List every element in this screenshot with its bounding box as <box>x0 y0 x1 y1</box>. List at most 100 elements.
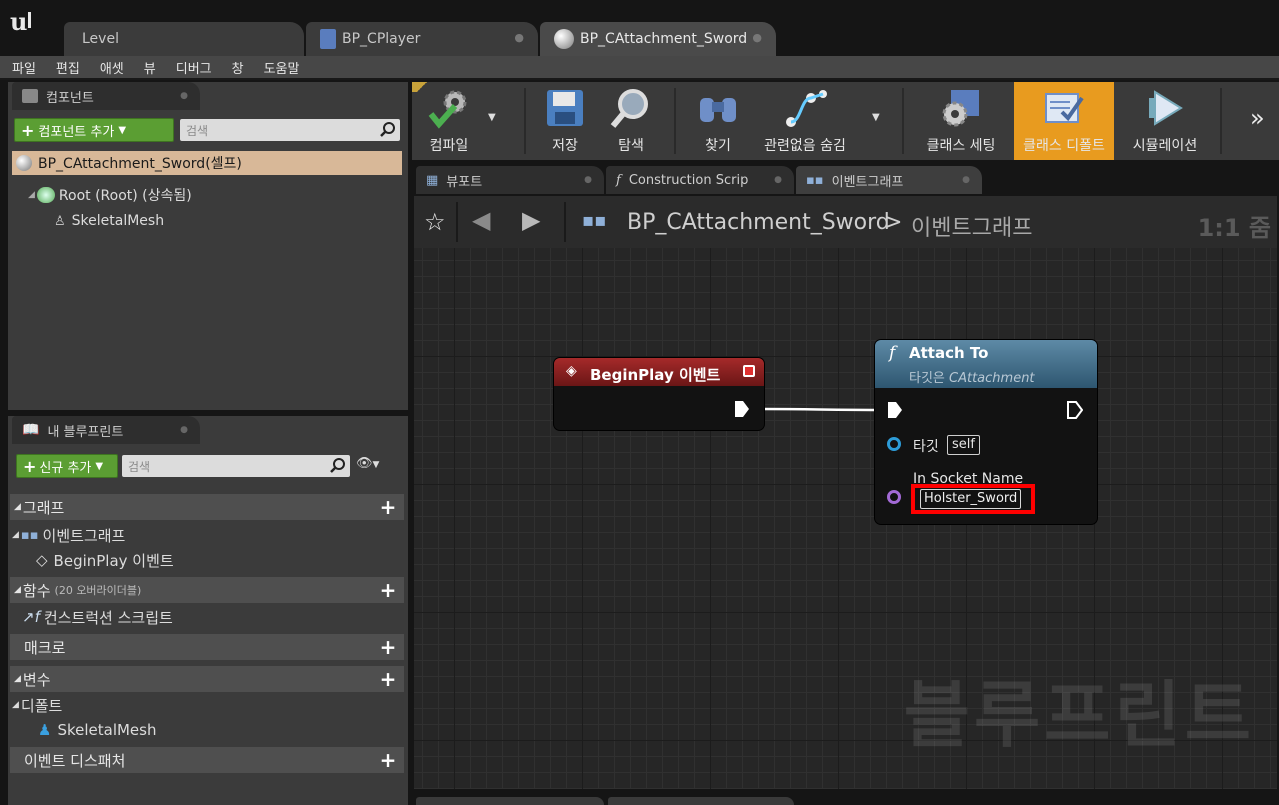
tab-construction-script[interactable]: f Construction Scrip ● <box>606 166 794 194</box>
skeletalmesh-variable-label: SkeletalMesh <box>57 721 157 739</box>
add-function-icon[interactable]: + <box>378 580 398 600</box>
component-root-row[interactable]: ◢ Root (Root) (상속됨) <box>28 184 192 206</box>
add-dispatcher-icon[interactable]: + <box>378 750 398 770</box>
tab-bp-cattachment-sword[interactable]: BP_CAttachment_Sword ● <box>540 22 776 56</box>
blueprint-actor-icon <box>320 29 336 49</box>
menu-edit[interactable]: 편집 <box>48 58 88 77</box>
toolbar-overflow-icon[interactable]: » <box>1250 104 1265 132</box>
section-variables[interactable]: ◢ 변수 + <box>10 666 404 692</box>
exec-input-pin[interactable] <box>887 401 903 419</box>
add-variable-icon[interactable]: + <box>378 669 398 689</box>
class-defaults-button[interactable]: 클래스 디폴트 <box>1014 82 1114 160</box>
event-delegate-pin[interactable] <box>743 365 755 377</box>
simulation-button[interactable]: 시뮬레이션 <box>1118 82 1212 160</box>
tab-bp-cplayer-label: BP_CPlayer <box>342 31 421 47</box>
menu-debug[interactable]: 디버그 <box>168 58 220 77</box>
section-functions[interactable]: ◢ 함수 (20 오버라이더블) + <box>10 577 404 603</box>
variable-pill-icon: ♟ <box>38 721 52 739</box>
expand-arrow-icon: ◢ <box>14 674 21 684</box>
components-search-input[interactable]: 검색 <box>180 119 400 141</box>
my-blueprint-search-input[interactable]: 검색 <box>122 455 350 477</box>
exec-output-pin[interactable] <box>734 400 750 418</box>
construction-script-item[interactable]: ↗f 컨스트럭션 스크립트 <box>22 606 173 628</box>
section-graphs[interactable]: ◢ 그래프 + <box>10 494 404 520</box>
beginplay-event-item[interactable]: ◇ BeginPlay 이벤트 <box>36 549 174 571</box>
component-skeletalmesh-row[interactable]: ♙ SkeletalMesh <box>54 210 164 232</box>
event-graph-canvas[interactable]: ◈ BeginPlay 이벤트 f Attach To 타깃은 CAttachm… <box>414 248 1277 789</box>
section-functions-label: 함수 <box>22 581 51 600</box>
my-blueprint-tab[interactable]: 📖 내 블루프린트 ● <box>12 416 200 444</box>
tab-level[interactable]: Level <box>64 22 304 56</box>
add-new-button[interactable]: + 신규 추가 ▼ <box>16 454 118 478</box>
add-graph-icon[interactable]: + <box>378 497 398 517</box>
component-self-row[interactable]: BP_CAttachment_Sword(셀프) <box>12 151 402 175</box>
view-options-button[interactable]: 👁▼ <box>356 456 394 476</box>
function-icon: ↗f <box>22 608 40 626</box>
zoom-level: 1:1 줌 <box>1197 214 1271 242</box>
main-toolbar: 컴파일 ▼ 저장 탐색 찾기 관련없음 숨김 ▼ 클래스 세팅 클래스 디폴트 … <box>412 82 1279 160</box>
target-pin[interactable] <box>887 437 901 451</box>
breadcrumb-graph[interactable]: 이벤트그래프 <box>911 210 1032 242</box>
editor-tab-strip: ▦ 뷰포트 ● f Construction Scrip ● ▪▪ 이벤트그래프… <box>412 162 1279 194</box>
component-self-label: BP_CAttachment_Sword(셀프) <box>38 156 242 172</box>
class-settings-label: 클래스 세팅 <box>926 138 996 154</box>
browse-button[interactable]: 탐색 <box>598 82 664 160</box>
default-category-item[interactable]: ◢ 디폴트 <box>12 695 62 715</box>
target-value[interactable]: self <box>947 435 980 455</box>
add-macro-icon[interactable]: + <box>378 637 398 657</box>
attach-to-node[interactable]: f Attach To 타깃은 CAttachment 타깃 self In S… <box>875 340 1097 524</box>
my-blueprint-tab-label: 내 블루프린트 <box>47 424 124 440</box>
components-tab[interactable]: 컴포넌트 ● <box>12 82 200 110</box>
favorite-star-icon[interactable]: ☆ <box>424 208 446 236</box>
class-defaults-icon <box>1045 93 1084 123</box>
hide-options-chevron-icon[interactable]: ▼ <box>872 112 880 123</box>
tab-event-graph-label: 이벤트그래프 <box>831 174 904 190</box>
tab-bp-cplayer[interactable]: BP_CPlayer ● <box>306 22 538 56</box>
compile-gear-icon <box>428 90 467 129</box>
tab-close-icon[interactable]: ● <box>514 31 524 44</box>
unreal-logo-icon: u <box>8 6 38 36</box>
bottom-tab-2[interactable] <box>608 797 794 805</box>
plus-icon: + <box>21 120 35 140</box>
find-label: 찾기 <box>705 138 731 154</box>
tab-event-graph[interactable]: ▪▪ 이벤트그래프 ● <box>796 166 982 194</box>
compile-options-chevron-icon[interactable]: ▼ <box>488 112 496 123</box>
back-arrow-icon[interactable]: ◀ <box>472 206 490 234</box>
compile-button[interactable]: 컴파일 <box>414 82 484 160</box>
skeletalmesh-variable-item[interactable]: ♟ SkeletalMesh <box>38 719 156 741</box>
section-macros[interactable]: 매크로 + <box>10 634 404 660</box>
attach-node-subtitle: 타깃은 CAttachment <box>909 371 1035 386</box>
sphere-icon <box>16 155 32 171</box>
save-button[interactable]: 저장 <box>532 82 598 160</box>
components-tab-label: 컴포넌트 <box>46 90 94 106</box>
tab-viewport[interactable]: ▦ 뷰포트 ● <box>416 166 604 194</box>
exec-output-pin[interactable] <box>1067 401 1083 419</box>
menu-file[interactable]: 파일 <box>4 58 44 77</box>
menu-view[interactable]: 뷰 <box>136 58 164 77</box>
forward-arrow-icon[interactable]: ▶ <box>522 206 540 234</box>
beginplay-node[interactable]: ◈ BeginPlay 이벤트 <box>554 358 764 430</box>
class-settings-icon <box>942 90 979 127</box>
add-new-label: 신규 추가 <box>39 460 92 476</box>
add-component-button[interactable]: + 컴포넌트 추가 ▼ <box>14 118 174 142</box>
attach-node-title: Attach To <box>909 344 989 362</box>
section-event-dispatchers[interactable]: 이벤트 디스패처 + <box>10 747 404 773</box>
socket-name-pin[interactable] <box>887 490 901 504</box>
graph-breadcrumb-bar: ☆ ◀ ▶ ▪▪ BP_CAttachment_Sword > 이벤트그래프 1… <box>414 196 1277 248</box>
event-graph-item[interactable]: ◢ ▪▪ 이벤트그래프 <box>12 524 125 546</box>
class-settings-button[interactable]: 클래스 세팅 <box>916 82 1006 160</box>
component-root-label: Root (Root) (상속됨) <box>58 188 192 204</box>
magnifier-icon <box>610 89 648 128</box>
menu-asset[interactable]: 애셋 <box>92 58 132 77</box>
socket-name-input[interactable]: Holster_Sword <box>920 489 1022 509</box>
find-button[interactable]: 찾기 <box>682 82 754 160</box>
bottom-tab-1[interactable] <box>416 797 604 805</box>
menu-window[interactable]: 창 <box>224 58 252 77</box>
binoculars-icon <box>700 98 736 122</box>
tab-level-label: Level <box>82 31 119 47</box>
hide-unrelated-button[interactable]: 관련없음 숨김 <box>756 82 854 160</box>
tab-close-icon[interactable]: ● <box>752 31 762 44</box>
menu-help[interactable]: 도움말 <box>256 58 308 77</box>
breadcrumb-blueprint[interactable]: BP_CAttachment_Sword <box>627 210 890 235</box>
my-blueprint-search-placeholder: 검색 <box>128 459 151 474</box>
